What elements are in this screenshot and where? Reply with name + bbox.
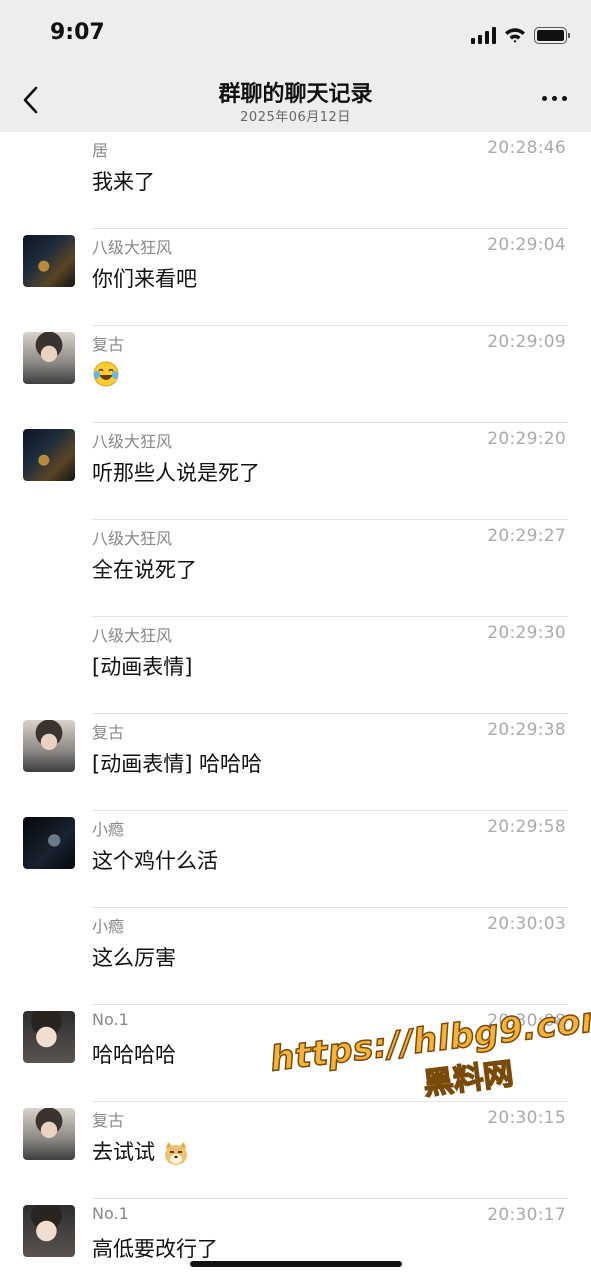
doge-emoji-icon <box>164 1142 187 1165</box>
top-bar: 9:07 群聊的聊天记录 2025年06月12日 <box>0 0 591 132</box>
message-item[interactable]: 复古 20:29:38 [动画表情] 哈哈哈 <box>0 714 591 811</box>
message-sender: 八级大狂风 <box>92 529 173 548</box>
message-text: 我来了 <box>92 170 155 194</box>
page-title: 群聊的聊天记录 <box>218 82 373 107</box>
message-sender: 八级大狂风 <box>92 238 173 257</box>
home-indicator[interactable] <box>190 1261 402 1267</box>
avatar[interactable] <box>23 429 75 481</box>
message-time: 20:30:03 <box>487 914 566 934</box>
message-text: 高低要改行了 <box>92 1237 218 1261</box>
message-item[interactable]: 小瘾 20:29:58 这个鸡什么活 <box>0 811 591 908</box>
page-date: 2025年06月12日 <box>240 110 351 125</box>
message-time: 20:30:15 <box>487 1108 566 1128</box>
message-sender: 复古 <box>92 723 125 742</box>
message-time: 20:29:27 <box>487 526 566 546</box>
avatar[interactable] <box>23 720 75 772</box>
cellular-signal-icon <box>471 26 496 44</box>
message-item[interactable]: 小瘾 20:30:03 这么厉害 <box>0 908 591 1005</box>
avatar[interactable] <box>23 1011 75 1063</box>
avatar[interactable] <box>23 235 75 287</box>
message-text: 你们来看吧 <box>92 267 197 291</box>
message-sender: 复古 <box>92 1111 125 1130</box>
message-sender: 小瘾 <box>92 820 125 839</box>
avatar[interactable] <box>23 1205 75 1257</box>
message-sender: 居 <box>92 141 109 160</box>
avatar[interactable] <box>23 1108 75 1160</box>
more-options-button[interactable] <box>542 96 567 101</box>
status-time: 9:07 <box>50 20 105 45</box>
message-item[interactable]: No.1 20:30:17 高低要改行了 <box>0 1199 591 1280</box>
message-time: 20:29:30 <box>487 623 566 643</box>
status-icons <box>471 24 570 46</box>
battery-icon <box>534 26 570 44</box>
message-item[interactable]: 居 20:28:46 我来了 <box>0 132 591 229</box>
message-text: [动画表情] 哈哈哈 <box>92 752 263 776</box>
avatar[interactable] <box>23 817 75 869</box>
message-time: 20:28:46 <box>487 138 566 158</box>
message-time: 20:29:20 <box>487 429 566 449</box>
message-item[interactable]: 八级大狂风 20:29:04 你们来看吧 <box>0 229 591 326</box>
message-text: 这么厉害 <box>92 946 176 970</box>
message-sender: 八级大狂风 <box>92 432 173 451</box>
laughing-tears-emoji-icon <box>93 361 119 387</box>
message-time: 20:29:04 <box>487 235 566 255</box>
message-text <box>92 360 120 388</box>
message-text: 去试试 <box>92 1136 190 1167</box>
wifi-icon <box>505 28 525 43</box>
message-sender: 复古 <box>92 335 125 354</box>
message-sender: 小瘾 <box>92 917 125 936</box>
message-text: [动画表情] <box>92 655 193 679</box>
message-sender: No.1 <box>92 1010 129 1029</box>
message-time: 20:29:58 <box>487 817 566 837</box>
message-text: 哈哈哈哈 <box>92 1043 176 1067</box>
message-sender: No.1 <box>92 1204 129 1223</box>
avatar[interactable] <box>23 332 75 384</box>
message-text: 这个鸡什么活 <box>92 849 218 873</box>
message-time: 20:29:09 <box>487 332 566 352</box>
message-sender: 八级大狂风 <box>92 626 173 645</box>
message-item[interactable]: 八级大狂风 20:29:27 全在说死了 <box>0 520 591 617</box>
message-time: 20:29:38 <box>487 720 566 740</box>
message-item[interactable]: 八级大狂风 20:29:30 [动画表情] <box>0 617 591 714</box>
message-item[interactable]: 八级大狂风 20:29:20 听那些人说是死了 <box>0 423 591 520</box>
message-time: 20:30:17 <box>487 1205 566 1225</box>
message-text: 全在说死了 <box>92 558 197 582</box>
message-text: 听那些人说是死了 <box>92 461 260 485</box>
message-text-content: 去试试 <box>92 1140 155 1164</box>
message-item[interactable]: 复古 20:29:09 <box>0 326 591 423</box>
